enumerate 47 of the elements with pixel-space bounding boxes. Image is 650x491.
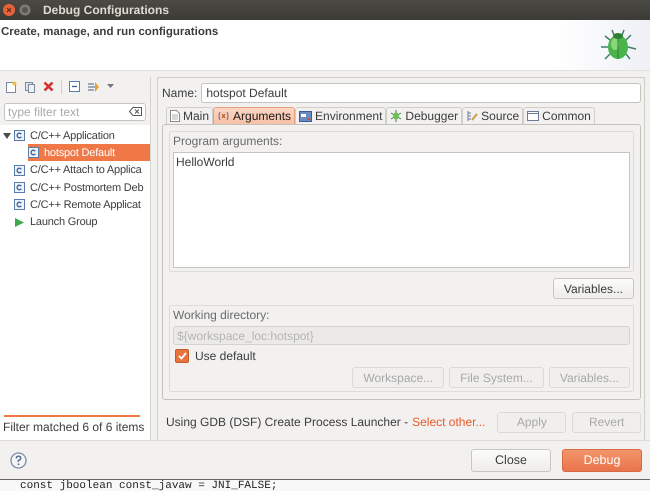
window-icon — [527, 111, 540, 121]
code-line: const jboolean const_javaw = JNI_FALSE; — [19, 480, 278, 491]
filter-icon[interactable] — [87, 80, 100, 92]
clear-icon[interactable] — [129, 107, 142, 116]
window-title: Debug Configurations — [43, 3, 169, 17]
tab[interactable]: Source — [462, 107, 524, 124]
close-window-icon[interactable] — [3, 4, 15, 16]
help-icon[interactable] — [10, 452, 27, 468]
c-file-icon — [14, 130, 25, 142]
new-file-icon[interactable] — [5, 80, 17, 92]
delete-icon[interactable] — [43, 81, 54, 92]
name-label: Name: — [162, 86, 198, 100]
tab[interactable]: Main — [166, 107, 214, 124]
minimize-window-icon[interactable] — [19, 4, 31, 16]
tree-item[interactable]: C/C++ Application — [14, 127, 150, 144]
tab[interactable]: Debugger — [386, 107, 462, 124]
close-button[interactable]: Close — [471, 448, 551, 472]
arguments-field[interactable]: HelloWorld — [173, 152, 630, 268]
tree-item[interactable]: C/C++ Remote Applicat — [14, 196, 150, 214]
checkbox-label: Use default — [195, 349, 256, 363]
tab[interactable]: Arguments — [213, 107, 296, 124]
filter-field[interactable]: type filter text — [4, 103, 146, 121]
name-field[interactable]: hotspot Default — [201, 82, 641, 102]
play-icon — [14, 216, 25, 228]
launcher-text: Using GDB (DSF) Create Process Launcher - — [166, 415, 408, 429]
c-file-icon — [28, 147, 39, 158]
tree-item[interactable]: Launch Group — [14, 214, 150, 231]
variable-icon — [217, 111, 230, 121]
expanded-arrow-icon[interactable] — [3, 132, 11, 140]
header-message: Create, manage, and run configurations — [1, 26, 218, 38]
dropdown-caret-icon[interactable] — [107, 84, 114, 89]
c-file-icon — [14, 182, 25, 194]
collapse-all-icon[interactable] — [69, 81, 80, 92]
c-file-icon — [14, 199, 25, 210]
group-label: Program arguments: — [173, 134, 284, 148]
tree-item[interactable]: C/C++ Postmortem Deb — [14, 179, 150, 196]
environment-icon — [299, 110, 312, 122]
variables-button[interactable]: Variables... — [552, 278, 634, 299]
tree-item[interactable]: C/C++ Attach to Applica — [14, 162, 150, 179]
document-icon — [170, 110, 180, 122]
tab[interactable]: Environment — [295, 107, 386, 124]
tab[interactable]: Common — [523, 107, 595, 124]
duplicate-icon[interactable] — [24, 80, 36, 92]
c-file-icon — [14, 164, 25, 176]
bug-icon — [390, 110, 402, 122]
group-label: Working directory: — [173, 308, 270, 322]
source-icon — [466, 110, 478, 122]
